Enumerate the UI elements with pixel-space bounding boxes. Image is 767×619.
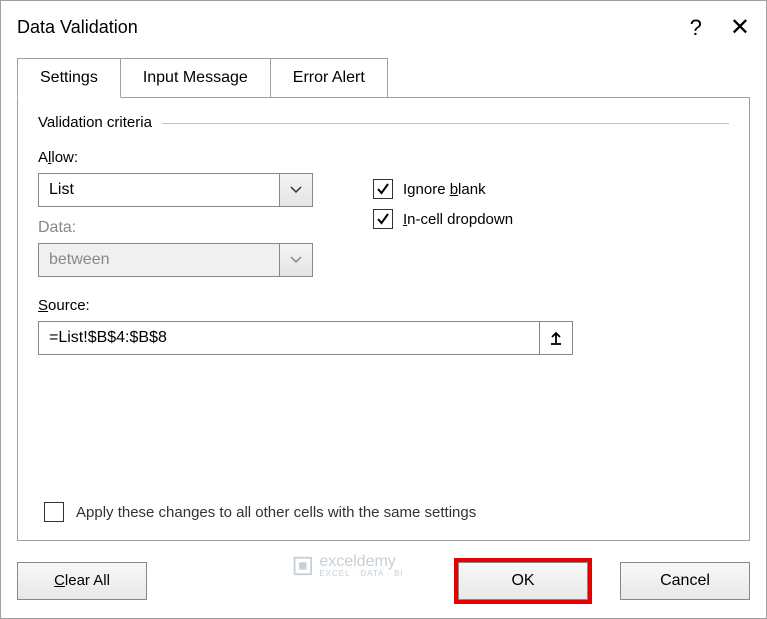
data-label: Data: [38,219,333,237]
watermark: exceldemy EXCEL · DATA · BI [291,553,403,578]
tabs: Settings Input Message Error Alert [17,58,766,98]
chevron-down-icon [290,256,302,264]
apply-changes-checkbox[interactable] [44,502,64,522]
source-label: Source: [38,297,729,315]
allow-combo[interactable] [38,173,313,207]
source-input[interactable] [38,321,539,355]
source-input-wrap [38,321,573,355]
tab-error-alert[interactable]: Error Alert [270,58,388,98]
allow-label: Allow: [38,149,333,167]
cancel-button[interactable]: Cancel [620,562,750,600]
tab-settings[interactable]: Settings [17,58,121,98]
button-row: Clear All exceldemy EXCEL · DATA · BI OK… [17,558,750,604]
incell-dropdown-row[interactable]: In-cell dropdown [373,209,729,229]
legend-text: Validation criteria [38,114,152,131]
titlebar: Data Validation ? ✕ [1,1,766,50]
clear-all-button[interactable]: Clear All [17,562,147,600]
incell-dropdown-checkbox[interactable] [373,209,393,229]
allow-dropdown-button[interactable] [279,173,313,207]
ok-button-highlight: OK [454,558,592,604]
data-dropdown-button [279,243,313,277]
ok-button[interactable]: OK [458,562,588,600]
criteria-row: Allow: Data: [38,149,729,289]
criteria-left-col: Allow: Data: [38,149,333,289]
close-button[interactable]: ✕ [730,13,750,42]
ignore-blank-checkbox[interactable] [373,179,393,199]
watermark-sub: EXCEL · DATA · BI [319,569,403,578]
settings-panel: Validation criteria Allow: Data: [17,97,750,541]
chevron-down-icon [290,186,302,194]
window-controls: ? ✕ [690,13,750,42]
collapse-dialog-icon [549,331,563,345]
apply-changes-row[interactable]: Apply these changes to all other cells w… [44,502,476,522]
check-icon [376,212,390,226]
watermark-icon [291,555,313,577]
ignore-blank-row[interactable]: Ignore blank [373,179,729,199]
source-range-button[interactable] [539,321,573,355]
help-button[interactable]: ? [690,15,702,41]
tab-input-message[interactable]: Input Message [120,58,271,98]
validation-criteria-legend: Validation criteria [38,114,729,131]
legend-divider [162,123,729,124]
ignore-blank-label: Ignore blank [403,181,486,198]
source-row: Source: [38,297,729,355]
data-input [38,243,279,277]
incell-dropdown-label: In-cell dropdown [403,211,513,228]
allow-input[interactable] [38,173,279,207]
data-validation-dialog: Data Validation ? ✕ Settings Input Messa… [0,0,767,619]
criteria-right-col: Ignore blank In-cell dropdown [373,149,729,289]
data-combo [38,243,313,277]
check-icon [376,182,390,196]
dialog-title: Data Validation [17,17,138,38]
apply-changes-label: Apply these changes to all other cells w… [76,504,476,521]
watermark-brand: exceldemy [319,553,395,570]
